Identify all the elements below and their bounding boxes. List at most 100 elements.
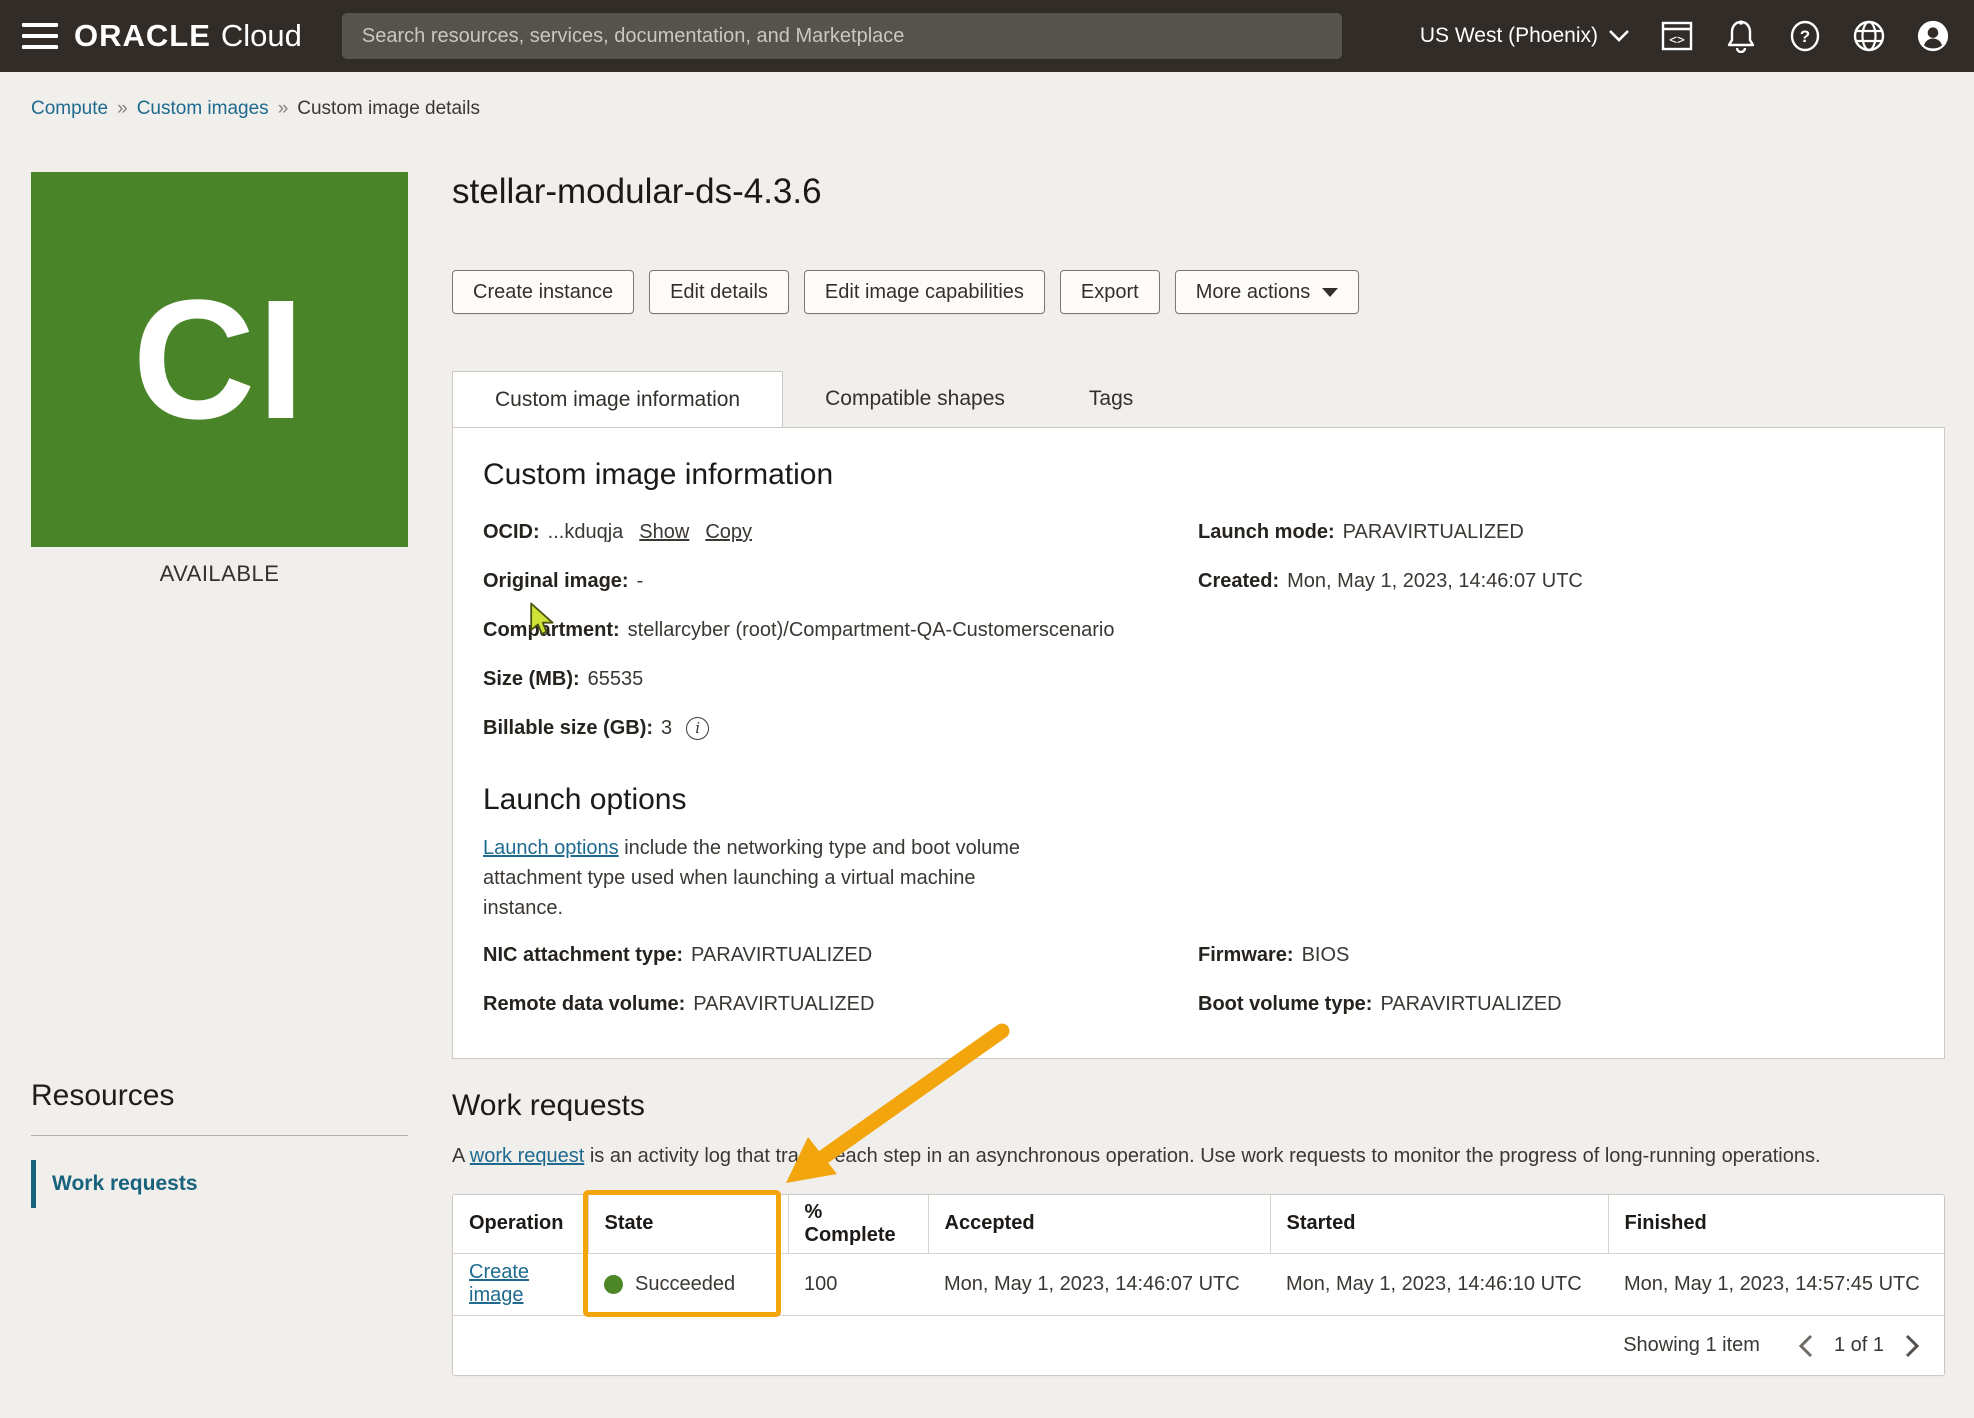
firmware-value: BIOS (1302, 943, 1350, 967)
launch-options-heading: Launch options (483, 783, 1914, 817)
column-header-accepted[interactable]: Accepted (928, 1195, 1270, 1253)
launch-mode-value: PARAVIRTUALIZED (1343, 520, 1524, 544)
region-label: US West (Phoenix) (1420, 24, 1598, 48)
help-icon[interactable]: ? (1788, 19, 1822, 53)
state-cell: Succeeded (604, 1273, 778, 1296)
ocid-copy-link[interactable]: Copy (705, 520, 752, 544)
table-header-row: Operation State % Complete Accepted Star… (453, 1195, 1944, 1253)
table-row: Create image Succeeded 100 Mon, May 1, 2… (453, 1253, 1944, 1315)
create-instance-button[interactable]: Create instance (452, 270, 634, 314)
export-button[interactable]: Export (1060, 270, 1160, 314)
compartment-label: Compartment: (483, 618, 620, 642)
remote-data-volume-field: Remote data volume: PARAVIRTUALIZED (483, 992, 1198, 1016)
previous-page-icon[interactable] (1796, 1333, 1816, 1359)
oracle-cloud-logo[interactable]: ORACLE Cloud (74, 18, 302, 54)
launch-mode-label: Launch mode: (1198, 520, 1335, 544)
breadcrumb-custom-images[interactable]: Custom images (137, 98, 269, 120)
work-requests-table-card: Operation State % Complete Accepted Star… (452, 1194, 1945, 1376)
resources-heading: Resources (31, 1079, 408, 1113)
firmware-field: Firmware: BIOS (1198, 943, 1914, 967)
svg-text:?: ? (1800, 27, 1810, 46)
column-header-operation[interactable]: Operation (453, 1195, 588, 1253)
created-label: Created: (1198, 569, 1279, 593)
create-image-link[interactable]: Create image (469, 1261, 529, 1306)
showing-items-label: Showing 1 item (1623, 1334, 1760, 1357)
more-actions-button[interactable]: More actions (1175, 270, 1360, 314)
created-field: Created: Mon, May 1, 2023, 14:46:07 UTC (1198, 569, 1914, 593)
launch-options-link[interactable]: Launch options (483, 837, 619, 859)
finished-value: Mon, May 1, 2023, 14:57:45 UTC (1608, 1253, 1944, 1315)
column-header-complete[interactable]: % Complete (788, 1195, 928, 1253)
language-globe-icon[interactable] (1852, 19, 1886, 53)
size-field: Size (MB): 65535 (483, 667, 1198, 691)
boot-volume-type-value: PARAVIRTUALIZED (1380, 992, 1561, 1016)
column-header-finished[interactable]: Finished (1608, 1195, 1944, 1253)
column-header-state[interactable]: State (588, 1195, 788, 1253)
resources-divider (31, 1135, 408, 1136)
tab-compatible-shapes[interactable]: Compatible shapes (783, 371, 1047, 427)
custom-image-thumbnail: CI (31, 172, 408, 547)
breadcrumb-current: Custom image details (297, 98, 480, 120)
action-buttons-row: Create instance Edit details Edit image … (452, 270, 1945, 314)
next-page-icon[interactable] (1902, 1333, 1922, 1359)
launch-options-description: Launch options include the networking ty… (483, 833, 1048, 923)
ocid-value: ...kduqja (548, 520, 624, 544)
info-section-heading: Custom image information (483, 458, 1914, 492)
work-request-link[interactable]: work request (470, 1145, 585, 1167)
sidebar-item-work-requests[interactable]: Work requests (31, 1160, 408, 1208)
more-actions-label: More actions (1196, 281, 1311, 304)
tab-custom-image-information[interactable]: Custom image information (452, 371, 783, 427)
work-requests-table: Operation State % Complete Accepted Star… (453, 1195, 1944, 1315)
remote-data-volume-label: Remote data volume: (483, 992, 685, 1016)
breadcrumb-separator: » (117, 98, 128, 120)
tab-bar: Custom image information Compatible shap… (452, 371, 1945, 427)
table-footer: Showing 1 item 1 of 1 (453, 1315, 1944, 1375)
original-image-value: - (637, 569, 644, 593)
user-avatar-icon[interactable] (1916, 19, 1950, 53)
compartment-field: Compartment: stellarcyber (root)/Compart… (483, 618, 1198, 642)
page-title: stellar-modular-ds-4.3.6 (452, 172, 1945, 212)
state-value: Succeeded (635, 1273, 735, 1296)
tab-tags[interactable]: Tags (1047, 371, 1175, 427)
region-selector[interactable]: US West (Phoenix) (1420, 24, 1630, 48)
billable-size-label: Billable size (GB): (483, 716, 653, 740)
status-badge: AVAILABLE (31, 561, 408, 587)
chevron-down-icon (1608, 29, 1630, 43)
cloud-shell-icon[interactable]: <> (1660, 19, 1694, 53)
top-navigation-bar: ORACLE Cloud US West (Phoenix) <> (0, 0, 1974, 72)
notifications-bell-icon[interactable] (1724, 19, 1758, 53)
started-value: Mon, May 1, 2023, 14:46:10 UTC (1270, 1253, 1608, 1315)
svg-text:<>: <> (1669, 33, 1685, 48)
edit-details-button[interactable]: Edit details (649, 270, 789, 314)
ocid-field: OCID: ...kduqja Show Copy (483, 520, 1198, 544)
edit-image-capabilities-button[interactable]: Edit image capabilities (804, 270, 1045, 314)
ocid-label: OCID: (483, 520, 540, 544)
brand-oracle: ORACLE (74, 18, 211, 54)
billable-size-value: 3 (661, 716, 672, 740)
custom-image-initials: CI (133, 262, 307, 458)
ocid-show-link[interactable]: Show (639, 520, 689, 544)
column-header-started[interactable]: Started (1270, 1195, 1608, 1253)
nic-attachment-value: PARAVIRTUALIZED (691, 943, 872, 967)
hamburger-menu-icon[interactable] (0, 0, 74, 72)
breadcrumb-compute[interactable]: Compute (31, 98, 108, 120)
info-tooltip-icon[interactable]: i (686, 717, 709, 740)
work-requests-description-prefix: A (452, 1145, 470, 1167)
remote-data-volume-value: PARAVIRTUALIZED (693, 992, 874, 1016)
size-value: 65535 (588, 667, 644, 691)
original-image-label: Original image: (483, 569, 629, 593)
size-label: Size (MB): (483, 667, 580, 691)
succeeded-status-dot-icon (604, 1275, 623, 1294)
boot-volume-type-field: Boot volume type: PARAVIRTUALIZED (1198, 992, 1914, 1016)
breadcrumb: Compute » Custom images » Custom image d… (0, 72, 1974, 120)
brand-cloud: Cloud (221, 18, 302, 54)
custom-image-information-panel: Custom image information OCID: ...kduqja… (452, 427, 1945, 1059)
caret-down-icon (1322, 288, 1338, 297)
billable-size-field: Billable size (GB): 3 i (483, 716, 1198, 740)
breadcrumb-separator: » (278, 98, 289, 120)
nic-attachment-label: NIC attachment type: (483, 943, 683, 967)
boot-volume-type-label: Boot volume type: (1198, 992, 1372, 1016)
created-value: Mon, May 1, 2023, 14:46:07 UTC (1287, 569, 1583, 593)
search-input[interactable] (342, 13, 1342, 59)
launch-mode-field: Launch mode: PARAVIRTUALIZED (1198, 520, 1914, 544)
